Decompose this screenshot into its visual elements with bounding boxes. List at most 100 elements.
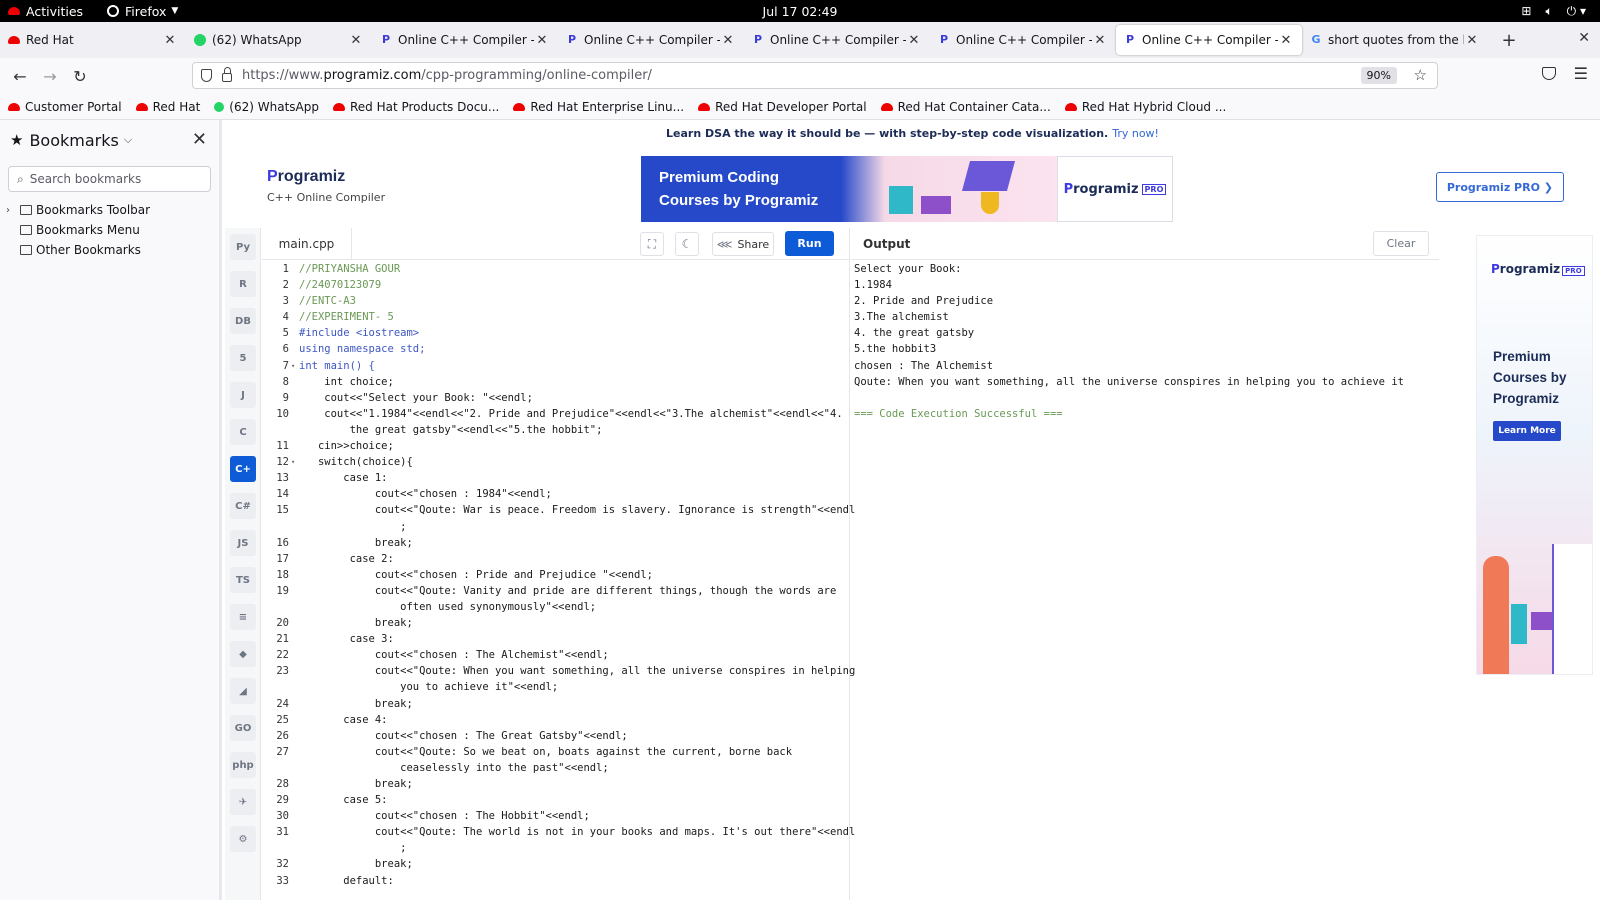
fold-arrow-icon[interactable]: ▾: [289, 454, 299, 470]
code-line: 6 using namespace std;: [262, 341, 849, 357]
code-text: #include <iostream>: [299, 327, 420, 340]
rust-gear-icon[interactable]: ⚙: [230, 826, 256, 852]
browser-tab[interactable]: P Online C++ Compiler - Pr✕: [930, 25, 1116, 55]
browser-tab[interactable]: Gshort quotes from the hob✕: [1302, 25, 1488, 55]
bookmark-item[interactable]: Customer Portal: [8, 100, 122, 114]
close-sidebar-icon[interactable]: ✕: [192, 129, 207, 150]
fold-gutter: [289, 470, 299, 486]
fold-gutter: [289, 277, 299, 293]
url-text[interactable]: https://www.programiz.com/cpp-programmin…: [242, 68, 652, 83]
java-icon[interactable]: J: [230, 382, 256, 408]
ad-banner[interactable]: Premium Coding Courses by Programiz Prog…: [641, 156, 1173, 222]
programiz-pro-button[interactable]: Programiz PRO ❯: [1435, 172, 1564, 202]
scala-icon[interactable]: ≡: [230, 604, 256, 630]
zoom-level[interactable]: 90%: [1360, 67, 1397, 84]
browser-tab[interactable]: Red Hat ✕: [0, 25, 186, 55]
code-area[interactable]: 1 //PRIYANSHA GOUR 2 //24070123079 3 //ENTC-A…: [262, 260, 855, 889]
sidebar-header[interactable]: ★ Bookmarks ⌵ ✕: [0, 120, 219, 160]
bookmark-item[interactable]: Red Hat Enterprise Linu...: [513, 100, 684, 114]
run-button[interactable]: Run: [785, 231, 834, 256]
line-number: 29: [276, 794, 289, 807]
browser-tab[interactable]: P Online C++ Compiler - Pr✕: [1116, 25, 1302, 55]
fold-arrow-icon[interactable]: ▾: [289, 358, 299, 374]
bookmark-item[interactable]: Red Hat: [135, 100, 200, 114]
fold-gutter: [289, 341, 299, 357]
learn-more-button[interactable]: Learn More: [1493, 421, 1561, 441]
rust-icon[interactable]: ◢: [230, 678, 256, 704]
reload-icon[interactable]: ↻: [65, 67, 95, 86]
bookmark-item[interactable]: Red Hat Container Cata...: [880, 100, 1051, 114]
tab-close-icon[interactable]: ✕: [162, 33, 178, 48]
tab-close-icon[interactable]: ✕: [1092, 33, 1108, 48]
promo-link[interactable]: Try now!: [1112, 127, 1159, 140]
share-button[interactable]: ⋘ Share: [712, 232, 774, 256]
execution-status: === Code Execution Successful ===: [854, 407, 1063, 420]
browser-tab[interactable]: P Online C++ Compiler - Pr✕: [744, 25, 930, 55]
r-icon[interactable]: R: [230, 271, 256, 297]
clear-button[interactable]: Clear: [1373, 231, 1429, 256]
new-tab-icon[interactable]: +: [1494, 30, 1524, 51]
side-ad[interactable]: Programiz PRO Premium Courses by Programi…: [1476, 235, 1593, 675]
bookmark-item[interactable]: Red Hat Developer Portal: [698, 100, 867, 114]
browser-tab[interactable]: P Online C++ Compiler - Pr✕: [558, 25, 744, 55]
dark-mode-icon[interactable]: ☾: [675, 232, 699, 256]
programiz-logo[interactable]: Programiz C++ Online Compiler: [267, 168, 385, 204]
tab-close-icon[interactable]: ✕: [534, 33, 550, 48]
system-tray[interactable]: ⊞ 🔈︎ ⏻ ▾: [1521, 0, 1586, 22]
tab-close-icon[interactable]: ✕: [348, 33, 364, 48]
fold-gutter: [289, 535, 299, 551]
ruby-icon[interactable]: ◆: [230, 641, 256, 667]
bookmark-item[interactable]: Red Hat Products Docu...: [332, 100, 499, 114]
code-text: cout<<"chosen : The Alchemist"<<endl;: [299, 649, 609, 662]
hamburger-menu-icon[interactable]: ☰: [1574, 64, 1588, 83]
firefox-app-menu[interactable]: Firefox ▼: [107, 4, 178, 19]
close-window-icon[interactable]: ✕: [1578, 30, 1590, 46]
html-icon[interactable]: 5: [230, 345, 256, 371]
python-icon[interactable]: Py: [230, 234, 256, 260]
sql-icon[interactable]: DB: [230, 308, 256, 334]
clock[interactable]: Jul 17 02:49: [0, 4, 1600, 19]
banner-brand: Programiz PRO: [1057, 156, 1173, 222]
activities-button[interactable]: Activities: [8, 4, 83, 19]
line-number: 30: [276, 810, 289, 823]
bookmark-folder[interactable]: › Bookmarks Toolbar: [0, 200, 219, 220]
javascript-icon[interactable]: JS: [230, 530, 256, 556]
tab-close-icon[interactable]: ✕: [906, 33, 922, 48]
cpp-icon[interactable]: C+: [230, 456, 256, 482]
output-line: Qoute: When you want something, all the …: [854, 375, 1404, 388]
tracking-shield-icon[interactable]: [201, 69, 212, 82]
code-text: case 3:: [299, 633, 394, 646]
back-icon[interactable]: ←: [5, 67, 35, 86]
tab-close-icon[interactable]: ✕: [720, 33, 736, 48]
bookmark-item[interactable]: Red Hat Hybrid Cloud ...: [1064, 100, 1226, 114]
browser-tab[interactable]: (62) WhatsApp ✕: [186, 25, 372, 55]
go-icon[interactable]: GO: [230, 715, 256, 741]
expand-chevron-icon[interactable]: ›: [6, 205, 20, 216]
bookmarks-search-input[interactable]: ⌕ Search bookmarks: [8, 166, 211, 192]
code-text: switch(choice){: [299, 456, 413, 469]
bookmark-item[interactable]: (62) WhatsApp: [214, 100, 319, 114]
php-icon[interactable]: php: [230, 752, 256, 778]
output-console[interactable]: Select your Book: 1.1984 2. Pride and Prej…: [851, 260, 1439, 422]
fullscreen-icon[interactable]: ⛶: [640, 232, 664, 256]
file-tab[interactable]: main.cpp: [262, 228, 352, 260]
tab-close-icon[interactable]: ✕: [1278, 33, 1294, 48]
c-icon[interactable]: C: [230, 419, 256, 445]
pocket-icon[interactable]: [1542, 67, 1556, 80]
output-line: 2. Pride and Prejudice: [854, 295, 994, 308]
browser-tab[interactable]: P Online C++ Compiler - Pr✕: [372, 25, 558, 55]
share-icon: ⋘: [716, 237, 733, 251]
typescript-icon[interactable]: TS: [230, 567, 256, 593]
url-bar[interactable]: https://www.programiz.com/cpp-programmin…: [192, 62, 1438, 89]
lock-icon[interactable]: [222, 67, 232, 82]
forward-icon[interactable]: →: [35, 67, 65, 86]
code-text: break;: [299, 778, 413, 790]
line-number: 15: [276, 504, 289, 517]
bookmark-folder[interactable]: Bookmarks Menu: [0, 220, 219, 240]
swift-icon[interactable]: ✈: [230, 789, 256, 815]
bookmark-folder[interactable]: Other Bookmarks: [0, 240, 219, 260]
programiz-icon: P: [567, 33, 577, 46]
csharp-icon[interactable]: C#: [230, 493, 256, 519]
tab-close-icon[interactable]: ✕: [1464, 33, 1480, 48]
bookmark-star-icon[interactable]: ☆: [1414, 66, 1427, 84]
